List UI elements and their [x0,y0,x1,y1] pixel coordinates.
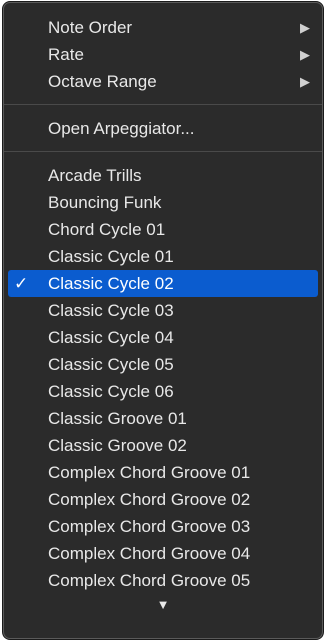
menu-item-preset[interactable]: Complex Chord Groove 01 [8,459,318,486]
menu-item-label: Classic Cycle 03 [48,301,174,320]
menu-item-preset[interactable]: Bouncing Funk [8,189,318,216]
menu-item-label: Complex Chord Groove 01 [48,463,251,482]
menu-item-preset[interactable]: Classic Cycle 06 [8,378,318,405]
submenu-arrow-icon: ▶ [300,47,310,62]
menu-item-open-arpeggiator[interactable]: Open Arpeggiator... [8,115,318,142]
menu-item-preset[interactable]: ✓ Classic Cycle 02 [8,270,318,297]
menu-item-preset[interactable]: Classic Groove 01 [8,405,318,432]
menu-item-label: Open Arpeggiator... [48,119,195,138]
menu-item-preset[interactable]: Complex Chord Groove 05 [8,567,318,594]
menu-item-label: Complex Chord Groove 03 [48,517,251,536]
menu-item-label: Complex Chord Groove 05 [48,571,251,590]
menu-item-preset[interactable]: Chord Cycle 01 [8,216,318,243]
menu-item-label: Arcade Trills [48,166,142,185]
menu-item-preset[interactable]: Classic Cycle 05 [8,351,318,378]
scroll-down-icon[interactable]: ▼ [4,594,322,616]
menu-item-preset[interactable]: Complex Chord Groove 02 [8,486,318,513]
preset-list: Arcade Trills Bouncing Funk Chord Cycle 01… [4,162,322,594]
menu-separator [4,104,322,105]
checkmark-icon: ✓ [14,274,29,293]
menu-item-label: Classic Cycle 05 [48,355,174,374]
menu-item-rate[interactable]: Rate ▶ [8,41,318,68]
menu-item-label: Classic Cycle 01 [48,247,174,266]
menu-item-octave-range[interactable]: Octave Range ▶ [8,68,318,95]
submenu-arrow-icon: ▶ [300,20,310,35]
menu-item-label: Rate [48,45,84,64]
menu-item-label: Classic Groove 01 [48,409,187,428]
menu-item-preset[interactable]: Classic Groove 02 [8,432,318,459]
submenu-arrow-icon: ▶ [300,74,310,89]
menu-item-preset[interactable]: Complex Chord Groove 03 [8,513,318,540]
menu-item-label: Classic Cycle 06 [48,382,174,401]
menu-item-preset[interactable]: Complex Chord Groove 04 [8,540,318,567]
menu-item-label: Classic Cycle 02 [48,274,174,293]
menu-item-preset[interactable]: Classic Cycle 03 [8,297,318,324]
menu-item-label: Classic Cycle 04 [48,328,174,347]
menu-item-preset[interactable]: Arcade Trills [8,162,318,189]
context-menu: Note Order ▶ Rate ▶ Octave Range ▶ Open … [3,2,323,639]
menu-item-preset[interactable]: Classic Cycle 01 [8,243,318,270]
menu-item-label: Chord Cycle 01 [48,220,166,239]
menu-item-label: Bouncing Funk [48,193,162,212]
menu-separator [4,151,322,152]
menu-item-label: Note Order [48,18,133,37]
menu-item-label: Octave Range [48,72,157,91]
menu-item-preset[interactable]: Classic Cycle 04 [8,324,318,351]
menu-item-label: Classic Groove 02 [48,436,187,455]
menu-item-label: Complex Chord Groove 04 [48,544,251,563]
menu-item-label: Complex Chord Groove 02 [48,490,251,509]
menu-item-note-order[interactable]: Note Order ▶ [8,14,318,41]
